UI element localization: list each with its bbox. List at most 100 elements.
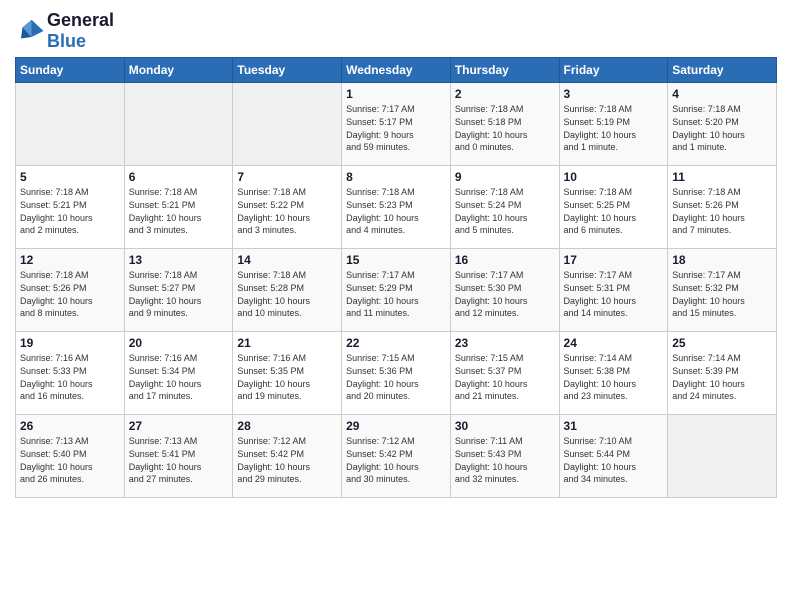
weekday-header-friday: Friday — [559, 58, 668, 83]
day-number: 1 — [346, 87, 446, 101]
day-number: 19 — [20, 336, 120, 350]
calendar-cell: 15 Sunrise: 7:17 AM Sunset: 5:29 PM Dayli… — [342, 249, 451, 332]
day-detail: Sunrise: 7:15 AM Sunset: 5:37 PM Dayligh… — [455, 352, 555, 402]
calendar-cell: 12 Sunrise: 7:18 AM Sunset: 5:26 PM Dayli… — [16, 249, 125, 332]
day-detail: Sunrise: 7:18 AM Sunset: 5:21 PM Dayligh… — [20, 186, 120, 236]
calendar-cell: 28 Sunrise: 7:12 AM Sunset: 5:42 PM Dayli… — [233, 415, 342, 498]
week-row-5: 26 Sunrise: 7:13 AM Sunset: 5:40 PM Dayli… — [16, 415, 777, 498]
calendar-cell — [16, 83, 125, 166]
day-detail: Sunrise: 7:12 AM Sunset: 5:42 PM Dayligh… — [346, 435, 446, 485]
calendar-cell: 1 Sunrise: 7:17 AM Sunset: 5:17 PM Daylig… — [342, 83, 451, 166]
day-detail: Sunrise: 7:16 AM Sunset: 5:33 PM Dayligh… — [20, 352, 120, 402]
day-detail: Sunrise: 7:18 AM Sunset: 5:26 PM Dayligh… — [20, 269, 120, 319]
logo-text: General Blue — [47, 10, 114, 51]
calendar-container: General Blue SundayMondayTuesdayWednesda… — [0, 0, 792, 508]
day-number: 10 — [564, 170, 664, 184]
day-number: 16 — [455, 253, 555, 267]
day-detail: Sunrise: 7:17 AM Sunset: 5:30 PM Dayligh… — [455, 269, 555, 319]
day-number: 20 — [129, 336, 229, 350]
calendar-cell: 30 Sunrise: 7:11 AM Sunset: 5:43 PM Dayli… — [450, 415, 559, 498]
day-number: 12 — [20, 253, 120, 267]
day-number: 11 — [672, 170, 772, 184]
calendar-cell: 11Sunrise: 7:18 AM Sunset: 5:26 PM Dayli… — [668, 166, 777, 249]
calendar-cell: 27 Sunrise: 7:13 AM Sunset: 5:41 PM Dayli… — [124, 415, 233, 498]
weekday-header-sunday: Sunday — [16, 58, 125, 83]
calendar-table: SundayMondayTuesdayWednesdayThursdayFrid… — [15, 57, 777, 498]
week-row-2: 5 Sunrise: 7:18 AM Sunset: 5:21 PM Daylig… — [16, 166, 777, 249]
day-detail: Sunrise: 7:18 AM Sunset: 5:21 PM Dayligh… — [129, 186, 229, 236]
day-number: 2 — [455, 87, 555, 101]
day-detail: Sunrise: 7:11 AM Sunset: 5:43 PM Dayligh… — [455, 435, 555, 485]
week-row-3: 12 Sunrise: 7:18 AM Sunset: 5:26 PM Dayli… — [16, 249, 777, 332]
calendar-cell: 20 Sunrise: 7:16 AM Sunset: 5:34 PM Dayli… — [124, 332, 233, 415]
calendar-cell: 19 Sunrise: 7:16 AM Sunset: 5:33 PM Dayli… — [16, 332, 125, 415]
day-detail: Sunrise: 7:12 AM Sunset: 5:42 PM Dayligh… — [237, 435, 337, 485]
day-detail: Sunrise: 7:17 AM Sunset: 5:31 PM Dayligh… — [564, 269, 664, 319]
day-number: 25 — [672, 336, 772, 350]
day-number: 27 — [129, 419, 229, 433]
calendar-cell: 9Sunrise: 7:18 AM Sunset: 5:24 PM Daylig… — [450, 166, 559, 249]
day-number: 6 — [129, 170, 229, 184]
day-number: 21 — [237, 336, 337, 350]
day-number: 3 — [564, 87, 664, 101]
calendar-cell: 22Sunrise: 7:15 AM Sunset: 5:36 PM Dayli… — [342, 332, 451, 415]
day-detail: Sunrise: 7:17 AM Sunset: 5:17 PM Dayligh… — [346, 103, 446, 153]
calendar-cell: 25Sunrise: 7:14 AM Sunset: 5:39 PM Dayli… — [668, 332, 777, 415]
day-detail: Sunrise: 7:13 AM Sunset: 5:41 PM Dayligh… — [129, 435, 229, 485]
day-number: 17 — [564, 253, 664, 267]
day-detail: Sunrise: 7:17 AM Sunset: 5:29 PM Dayligh… — [346, 269, 446, 319]
calendar-cell: 3Sunrise: 7:18 AM Sunset: 5:19 PM Daylig… — [559, 83, 668, 166]
day-detail: Sunrise: 7:18 AM Sunset: 5:20 PM Dayligh… — [672, 103, 772, 153]
day-number: 15 — [346, 253, 446, 267]
day-detail: Sunrise: 7:10 AM Sunset: 5:44 PM Dayligh… — [564, 435, 664, 485]
day-detail: Sunrise: 7:18 AM Sunset: 5:22 PM Dayligh… — [237, 186, 337, 236]
calendar-cell: 26 Sunrise: 7:13 AM Sunset: 5:40 PM Dayli… — [16, 415, 125, 498]
day-number: 28 — [237, 419, 337, 433]
day-number: 5 — [20, 170, 120, 184]
day-number: 8 — [346, 170, 446, 184]
calendar-cell: 31Sunrise: 7:10 AM Sunset: 5:44 PM Dayli… — [559, 415, 668, 498]
weekday-header-row: SundayMondayTuesdayWednesdayThursdayFrid… — [16, 58, 777, 83]
header: General Blue — [15, 10, 777, 51]
calendar-cell: 23Sunrise: 7:15 AM Sunset: 5:37 PM Dayli… — [450, 332, 559, 415]
calendar-cell — [668, 415, 777, 498]
day-number: 30 — [455, 419, 555, 433]
week-row-1: 1 Sunrise: 7:17 AM Sunset: 5:17 PM Daylig… — [16, 83, 777, 166]
calendar-cell: 13 Sunrise: 7:18 AM Sunset: 5:27 PM Dayli… — [124, 249, 233, 332]
day-detail: Sunrise: 7:15 AM Sunset: 5:36 PM Dayligh… — [346, 352, 446, 402]
day-detail: Sunrise: 7:18 AM Sunset: 5:25 PM Dayligh… — [564, 186, 664, 236]
day-number: 7 — [237, 170, 337, 184]
calendar-cell: 6 Sunrise: 7:18 AM Sunset: 5:21 PM Daylig… — [124, 166, 233, 249]
weekday-header-wednesday: Wednesday — [342, 58, 451, 83]
logo-icon — [15, 16, 45, 46]
day-number: 18 — [672, 253, 772, 267]
day-detail: Sunrise: 7:18 AM Sunset: 5:27 PM Dayligh… — [129, 269, 229, 319]
day-detail: Sunrise: 7:18 AM Sunset: 5:18 PM Dayligh… — [455, 103, 555, 153]
calendar-cell: 2 Sunrise: 7:18 AM Sunset: 5:18 PM Daylig… — [450, 83, 559, 166]
day-detail: Sunrise: 7:13 AM Sunset: 5:40 PM Dayligh… — [20, 435, 120, 485]
calendar-cell: 24Sunrise: 7:14 AM Sunset: 5:38 PM Dayli… — [559, 332, 668, 415]
weekday-header-saturday: Saturday — [668, 58, 777, 83]
weekday-header-tuesday: Tuesday — [233, 58, 342, 83]
day-detail: Sunrise: 7:18 AM Sunset: 5:23 PM Dayligh… — [346, 186, 446, 236]
day-number: 29 — [346, 419, 446, 433]
week-row-4: 19 Sunrise: 7:16 AM Sunset: 5:33 PM Dayli… — [16, 332, 777, 415]
calendar-cell — [233, 83, 342, 166]
day-detail: Sunrise: 7:18 AM Sunset: 5:24 PM Dayligh… — [455, 186, 555, 236]
calendar-cell: 8 Sunrise: 7:18 AM Sunset: 5:23 PM Daylig… — [342, 166, 451, 249]
calendar-cell: 7 Sunrise: 7:18 AM Sunset: 5:22 PM Daylig… — [233, 166, 342, 249]
calendar-cell: 4Sunrise: 7:18 AM Sunset: 5:20 PM Daylig… — [668, 83, 777, 166]
calendar-cell: 5 Sunrise: 7:18 AM Sunset: 5:21 PM Daylig… — [16, 166, 125, 249]
calendar-cell: 21 Sunrise: 7:16 AM Sunset: 5:35 PM Dayli… — [233, 332, 342, 415]
day-number: 26 — [20, 419, 120, 433]
day-detail: Sunrise: 7:18 AM Sunset: 5:28 PM Dayligh… — [237, 269, 337, 319]
calendar-cell — [124, 83, 233, 166]
day-number: 14 — [237, 253, 337, 267]
day-detail: Sunrise: 7:16 AM Sunset: 5:34 PM Dayligh… — [129, 352, 229, 402]
day-detail: Sunrise: 7:14 AM Sunset: 5:38 PM Dayligh… — [564, 352, 664, 402]
weekday-header-monday: Monday — [124, 58, 233, 83]
calendar-cell: 14 Sunrise: 7:18 AM Sunset: 5:28 PM Dayli… — [233, 249, 342, 332]
day-detail: Sunrise: 7:16 AM Sunset: 5:35 PM Dayligh… — [237, 352, 337, 402]
calendar-cell: 29 Sunrise: 7:12 AM Sunset: 5:42 PM Dayli… — [342, 415, 451, 498]
day-number: 13 — [129, 253, 229, 267]
